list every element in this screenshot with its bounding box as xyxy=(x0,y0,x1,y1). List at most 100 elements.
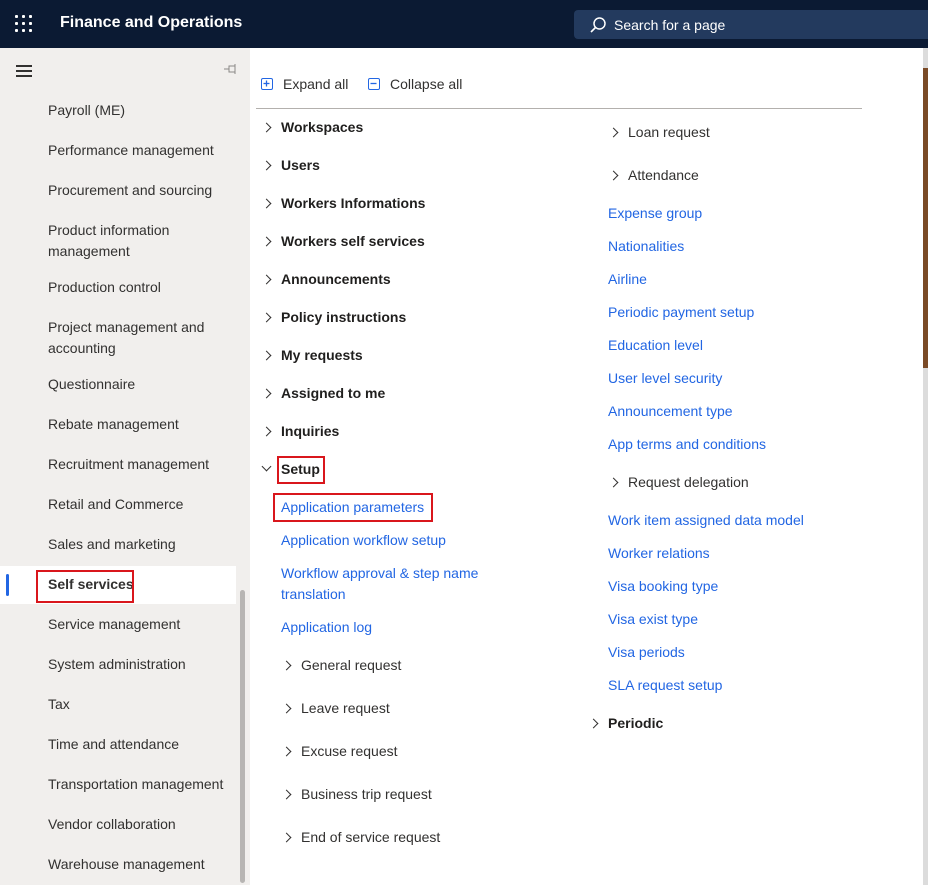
nav-item-production-control[interactable]: Production control xyxy=(0,277,236,298)
link-announcement-type[interactable]: Announcement type xyxy=(608,401,733,422)
nav-item-product-information[interactable]: Product information management xyxy=(0,220,200,262)
group-label: My requests xyxy=(281,347,363,363)
subgroup-excuse-request[interactable]: Excuse request xyxy=(281,741,398,762)
chevron-right-icon xyxy=(261,312,272,323)
chevron-right-icon xyxy=(281,660,292,671)
chevron-right-icon xyxy=(281,832,292,843)
chevron-right-icon xyxy=(261,160,272,171)
group-label: Assigned to me xyxy=(281,385,386,401)
link-visa-booking-type[interactable]: Visa booking type xyxy=(608,576,718,597)
nav-item-recruitment-management[interactable]: Recruitment management xyxy=(0,454,236,475)
nav-item-tax[interactable]: Tax xyxy=(0,694,236,715)
chevron-right-icon xyxy=(261,274,272,285)
link-user-level-security[interactable]: User level security xyxy=(608,368,722,389)
group-announcements[interactable]: Announcements xyxy=(261,269,391,290)
toolbar-divider xyxy=(256,108,862,109)
chevron-right-icon xyxy=(261,198,272,209)
top-bar: Finance and Operations Search for a page xyxy=(0,0,928,48)
subgroup-end-of-service-request[interactable]: End of service request xyxy=(281,827,441,848)
app-launcher-icon[interactable] xyxy=(12,12,36,36)
group-label: Announcements xyxy=(281,271,391,287)
group-workers-informations[interactable]: Workers Informations xyxy=(261,193,425,214)
selected-indicator xyxy=(6,574,9,596)
link-education-level[interactable]: Education level xyxy=(608,335,703,356)
chevron-right-icon xyxy=(588,718,599,729)
group-inquiries[interactable]: Inquiries xyxy=(261,421,339,442)
link-workflow-approval-translation[interactable]: Workflow approval & step name translatio… xyxy=(281,563,496,605)
link-work-item-assigned-data-model[interactable]: Work item assigned data model xyxy=(608,510,804,531)
nav-item-label: Self services xyxy=(48,576,134,592)
chevron-right-icon xyxy=(281,703,292,714)
expand-all-button[interactable]: Expand all xyxy=(261,76,348,92)
group-workspaces[interactable]: Workspaces xyxy=(261,117,364,138)
group-setup[interactable]: Setup xyxy=(261,459,320,480)
subgroup-leave-request[interactable]: Leave request xyxy=(281,698,390,719)
nav-item-warehouse-management[interactable]: Warehouse management xyxy=(0,854,236,875)
nav-item-questionnaire[interactable]: Questionnaire xyxy=(0,374,236,395)
chevron-right-icon xyxy=(261,350,272,361)
subgroup-label: Loan request xyxy=(628,124,710,140)
link-expense-group[interactable]: Expense group xyxy=(608,203,702,224)
link-application-log[interactable]: Application log xyxy=(281,617,372,638)
chevron-right-icon xyxy=(261,388,272,399)
hamburger-menu-icon[interactable] xyxy=(14,64,34,78)
search-input[interactable]: Search for a page xyxy=(574,10,928,39)
group-label: Users xyxy=(281,157,320,173)
chevron-right-icon xyxy=(281,789,292,800)
group-my-requests[interactable]: My requests xyxy=(261,345,363,366)
chevron-down-icon xyxy=(261,461,272,472)
subgroup-loan-request[interactable]: Loan request xyxy=(608,122,710,143)
subgroup-attendance[interactable]: Attendance xyxy=(608,165,699,186)
nav-item-rebate-management[interactable]: Rebate management xyxy=(0,414,236,435)
group-periodic[interactable]: Periodic xyxy=(588,713,664,734)
nav-item-performance-management[interactable]: Performance management xyxy=(0,140,236,161)
link-visa-exist-type[interactable]: Visa exist type xyxy=(608,609,698,630)
nav-item-procurement[interactable]: Procurement and sourcing xyxy=(0,180,236,201)
nav-item-transportation-management[interactable]: Transportation management xyxy=(0,774,236,795)
nav-item-project-management[interactable]: Project management and accounting xyxy=(0,317,215,359)
pin-icon[interactable] xyxy=(222,60,240,78)
nav-item-payroll[interactable]: Payroll (ME) xyxy=(0,100,236,121)
link-application-parameters[interactable]: Application parameters xyxy=(281,497,424,518)
link-nationalities[interactable]: Nationalities xyxy=(608,236,684,257)
nav-item-retail-commerce[interactable]: Retail and Commerce xyxy=(0,494,236,515)
group-label: Periodic xyxy=(608,715,664,731)
nav-item-time-attendance[interactable]: Time and attendance xyxy=(0,734,236,755)
subgroup-label: Leave request xyxy=(301,700,390,716)
subgroup-request-delegation[interactable]: Request delegation xyxy=(608,472,749,493)
app-title[interactable]: Finance and Operations xyxy=(60,14,242,32)
subgroup-label: Excuse request xyxy=(301,743,398,759)
group-policy-instructions[interactable]: Policy instructions xyxy=(261,307,407,328)
link-application-workflow-setup[interactable]: Application workflow setup xyxy=(281,530,446,551)
expand-all-label: Expand all xyxy=(283,76,349,92)
link-sla-request-setup[interactable]: SLA request setup xyxy=(608,675,722,696)
subgroup-label: Business trip request xyxy=(301,786,432,802)
subgroup-general-request[interactable]: General request xyxy=(281,655,401,676)
nav-item-system-administration[interactable]: System administration xyxy=(0,654,236,675)
nav-scrollbar[interactable] xyxy=(240,590,245,883)
collapse-all-button[interactable]: Collapse all xyxy=(368,76,462,92)
chevron-right-icon xyxy=(261,426,272,437)
nav-item-sales-marketing[interactable]: Sales and marketing xyxy=(0,534,236,555)
background-image xyxy=(923,48,928,885)
link-worker-relations[interactable]: Worker relations xyxy=(608,543,710,564)
link-visa-periods[interactable]: Visa periods xyxy=(608,642,685,663)
chevron-right-icon xyxy=(261,122,272,133)
subgroup-label: Attendance xyxy=(628,167,699,183)
subgroup-business-trip-request[interactable]: Business trip request xyxy=(281,784,432,805)
nav-item-vendor-collaboration[interactable]: Vendor collaboration xyxy=(0,814,236,835)
group-workers-self-services[interactable]: Workers self services xyxy=(261,231,425,252)
nav-item-self-services[interactable]: Self services xyxy=(0,566,236,604)
link-app-terms-conditions[interactable]: App terms and conditions xyxy=(608,434,766,455)
nav-item-service-management[interactable]: Service management xyxy=(0,614,236,635)
link-periodic-payment-setup[interactable]: Periodic payment setup xyxy=(608,302,754,323)
group-assigned-to-me[interactable]: Assigned to me xyxy=(261,383,386,404)
group-users[interactable]: Users xyxy=(261,155,320,176)
collapse-all-label: Collapse all xyxy=(390,76,463,92)
subgroup-label: End of service request xyxy=(301,829,441,845)
chevron-right-icon xyxy=(261,236,272,247)
link-airline[interactable]: Airline xyxy=(608,269,647,290)
group-label: Setup xyxy=(281,461,320,477)
group-label: Workspaces xyxy=(281,119,364,135)
group-label: Policy instructions xyxy=(281,309,407,325)
